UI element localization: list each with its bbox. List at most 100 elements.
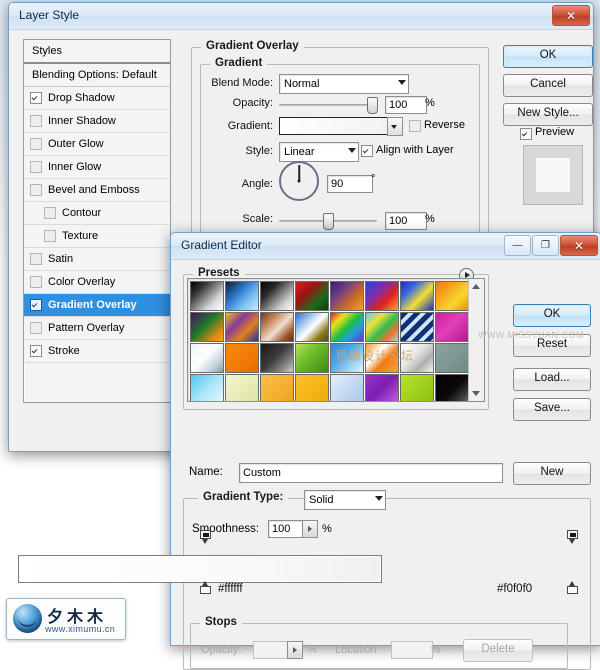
opacity-slider-knob[interactable] — [367, 97, 378, 114]
checkbox-icon[interactable] — [30, 161, 42, 173]
sidebar-item-pattern-overlay[interactable]: Pattern Overlay — [24, 317, 170, 340]
maximize-icon[interactable]: ❐ — [532, 235, 559, 256]
ok-button[interactable]: OK — [513, 304, 591, 327]
gradient-color-stop-right[interactable] — [567, 581, 578, 594]
preset-swatch-black-fade[interactable] — [435, 374, 469, 402]
checkbox-icon[interactable] — [30, 138, 42, 150]
sidebar-item-stroke[interactable]: Stroke — [24, 340, 170, 363]
preset-swatch-violet-green-orange[interactable] — [190, 312, 224, 342]
gradient-color-stop-left[interactable] — [200, 581, 211, 594]
preset-swatch-chrome[interactable] — [295, 312, 329, 342]
preview-checkbox[interactable] — [520, 128, 532, 140]
opacity-slider[interactable] — [279, 104, 377, 106]
layer-style-titlebar[interactable]: Layer Style ✕ — [9, 3, 593, 30]
sidebar-item-drop-shadow[interactable]: Drop Shadow — [24, 87, 170, 110]
sidebar-item-texture[interactable]: Texture — [24, 225, 170, 248]
preset-swatch-blue-yellow-blue[interactable] — [400, 281, 434, 311]
sidebar-item-color-overlay[interactable]: Color Overlay — [24, 271, 170, 294]
blending-options-row[interactable]: Blending Options: Default — [24, 64, 170, 87]
angle-dial[interactable] — [279, 161, 319, 201]
checkbox-icon[interactable] — [30, 345, 42, 357]
close-icon[interactable]: ✕ — [560, 235, 598, 256]
delete-stop-button[interactable]: Delete — [463, 639, 533, 662]
preset-swatch-black-gray-noise[interactable] — [260, 343, 294, 373]
checkbox-icon[interactable] — [30, 276, 42, 288]
preset-swatch-gray-green[interactable] — [435, 343, 469, 373]
preset-swatch-yellow-violet-orange-blue[interactable] — [225, 312, 259, 342]
scale-input[interactable]: 100 — [385, 212, 427, 230]
opacity-input[interactable]: 100 — [385, 96, 427, 114]
preset-swatch-black-white[interactable] — [260, 281, 294, 311]
presets-swatch-list[interactable] — [187, 278, 485, 402]
checkbox-icon[interactable] — [44, 230, 56, 242]
blend-mode-select[interactable]: Normal — [279, 74, 409, 94]
preset-swatch-pale-yellow[interactable] — [225, 374, 259, 402]
checkbox-icon[interactable] — [30, 92, 42, 104]
preset-swatch-cyan-light[interactable] — [190, 374, 224, 402]
preset-swatch-transparent-rainbow[interactable] — [365, 312, 399, 342]
preset-swatch-red-green[interactable] — [295, 281, 329, 311]
checkbox-icon[interactable] — [30, 299, 42, 311]
preset-swatch-spectrum[interactable] — [330, 312, 364, 342]
sidebar-item-gradient-overlay[interactable]: Gradient Overlay — [24, 294, 170, 317]
gradient-opacity-stop-left[interactable] — [200, 530, 211, 544]
new-button[interactable]: New — [513, 462, 591, 485]
checkbox-icon[interactable] — [30, 322, 42, 334]
sidebar-item-satin[interactable]: Satin — [24, 248, 170, 271]
reverse-checkbox[interactable] — [409, 120, 421, 132]
new-style-button[interactable]: New Style... — [503, 103, 593, 126]
preset-swatch-magenta[interactable] — [435, 312, 469, 342]
preset-swatch-gold[interactable] — [295, 374, 329, 402]
checkbox-icon[interactable] — [30, 115, 42, 127]
reset-button[interactable]: Reset — [513, 334, 591, 357]
checkbox-icon[interactable] — [44, 207, 56, 219]
preset-swatch-silver-white[interactable] — [400, 343, 434, 373]
smoothness-stepper[interactable] — [302, 520, 318, 538]
preset-swatch-orange-yellow-orange[interactable] — [435, 281, 469, 311]
preset-swatch-orange-solid[interactable] — [225, 343, 259, 373]
sidebar-item-inner-shadow[interactable]: Inner Shadow — [24, 110, 170, 133]
close-icon[interactable]: ✕ — [552, 5, 590, 26]
preset-swatch-amber[interactable] — [260, 374, 294, 402]
gradient-opacity-stop-right[interactable] — [567, 530, 578, 544]
gradient-editor-titlebar[interactable]: Gradient Editor — ❐ ✕ — [171, 233, 600, 260]
preset-swatch-foreground-to-background[interactable] — [190, 281, 224, 311]
gradient-dropdown-button[interactable] — [387, 117, 403, 136]
preset-swatch-copper[interactable] — [260, 312, 294, 342]
sidebar-item-label: Gradient Overlay — [48, 294, 137, 316]
preset-swatch-orange-stripe[interactable] — [365, 343, 399, 373]
checkbox-icon[interactable] — [30, 184, 42, 196]
cancel-button[interactable]: Cancel — [503, 74, 593, 97]
preset-swatch-foreground-to-transparent[interactable] — [225, 281, 259, 311]
preset-swatch-violet-orange[interactable] — [330, 281, 364, 311]
preset-swatch-green-gradient[interactable] — [295, 343, 329, 373]
name-input[interactable]: Custom — [239, 463, 503, 483]
preset-swatch-blue-sky[interactable] — [330, 343, 364, 373]
sidebar-item-inner-glow[interactable]: Inner Glow — [24, 156, 170, 179]
presets-scrollbar[interactable] — [468, 279, 484, 401]
sidebar-item-outer-glow[interactable]: Outer Glow — [24, 133, 170, 156]
sidebar-item-bevel-and-emboss[interactable]: Bevel and Emboss — [24, 179, 170, 202]
style-select[interactable]: Linear — [279, 142, 359, 162]
scroll-up-icon[interactable] — [472, 284, 480, 289]
scroll-down-icon[interactable] — [472, 391, 480, 396]
preset-swatch-transparent-stripes[interactable] — [400, 312, 434, 342]
scale-slider-knob[interactable] — [323, 213, 334, 230]
preset-swatch-steel-white[interactable] — [190, 343, 224, 373]
minimize-icon[interactable]: — — [504, 235, 531, 256]
save-button[interactable]: Save... — [513, 398, 591, 421]
preset-swatch-lime[interactable] — [400, 374, 434, 402]
gradient-type-select[interactable]: Solid — [304, 490, 386, 510]
gradient-preview-strip[interactable] — [279, 117, 389, 135]
preset-swatch-purple[interactable] — [365, 374, 399, 402]
align-with-layer-checkbox[interactable] — [361, 145, 373, 157]
checkbox-icon[interactable] — [30, 253, 42, 265]
scale-slider[interactable] — [279, 220, 377, 222]
gradient-bar[interactable] — [18, 555, 382, 583]
preset-swatch-blue-red-yellow[interactable] — [365, 281, 399, 311]
load-button[interactable]: Load... — [513, 368, 591, 391]
sidebar-item-contour[interactable]: Contour — [24, 202, 170, 225]
angle-input[interactable]: 90 — [327, 175, 373, 193]
ok-button[interactable]: OK — [503, 45, 593, 68]
preset-swatch-ice-blue[interactable] — [330, 374, 364, 402]
